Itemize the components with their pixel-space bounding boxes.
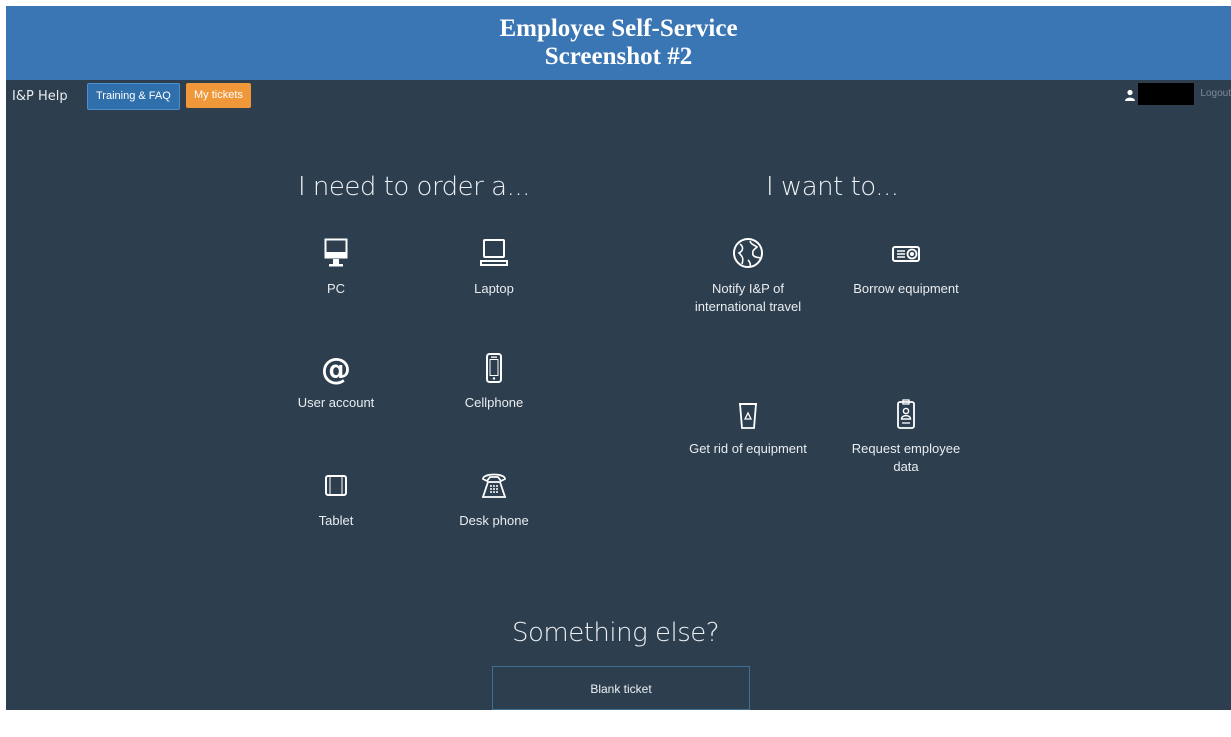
laptop-icon: [480, 239, 508, 266]
something-else-title: Something else?: [512, 618, 720, 648]
order-laptop-tile[interactable]: Laptop: [434, 238, 554, 298]
order-tablet-label: Tablet: [318, 513, 354, 528]
order-laptop-label: Laptop: [474, 281, 514, 296]
self-service-app: I&P Help Training & FAQ My tickets Logou…: [6, 80, 1231, 710]
order-desk-phone-label: Desk phone: [459, 513, 529, 528]
banner-subtitle: Screenshot #2: [544, 43, 693, 70]
blank-ticket-button[interactable]: Blank ticket: [492, 666, 750, 710]
want-section-title: I want to...: [766, 172, 899, 202]
order-cellphone-label: Cellphone: [464, 395, 524, 410]
globe-icon: [733, 238, 763, 268]
svg-text:@: @: [321, 352, 351, 386]
order-section-title: I need to order a...: [298, 172, 530, 202]
projector-icon: [892, 246, 920, 262]
cellphone-icon: [486, 353, 502, 383]
id-badge-icon: [897, 399, 915, 429]
page-banner: Employee Self-Service Screenshot #2: [6, 6, 1231, 80]
banner-title: Employee Self-Service: [499, 15, 738, 42]
order-user-account-tile[interactable]: @ User account: [276, 352, 396, 412]
want-employee-data-tile[interactable]: Request employee data: [846, 398, 966, 476]
order-pc-label: PC: [326, 281, 346, 296]
want-travel-tile[interactable]: Notify I&P of international travel: [688, 236, 808, 316]
tablet-icon: [325, 475, 347, 496]
order-desk-phone-tile[interactable]: Desk phone: [434, 470, 554, 530]
logout-link[interactable]: Logout: [1200, 88, 1231, 99]
order-user-account-label: User account: [297, 395, 375, 410]
at-icon: @: [321, 352, 351, 386]
want-employee-data-label: Request employee data: [851, 441, 961, 474]
want-borrow-label: Borrow equipment: [853, 281, 959, 296]
desktop-icon: [324, 238, 348, 267]
want-travel-label: Notify I&P of international travel: [694, 281, 802, 314]
want-borrow-tile[interactable]: Borrow equipment: [846, 238, 966, 298]
want-dispose-label: Get rid of equipment: [689, 441, 807, 456]
brand-link[interactable]: I&P Help: [12, 89, 68, 104]
training-faq-button[interactable]: Training & FAQ: [87, 83, 180, 110]
username-redacted: [1138, 83, 1194, 105]
recycle-bin-icon: [739, 403, 757, 429]
top-navbar: I&P Help Training & FAQ My tickets Logou…: [6, 80, 1231, 114]
desk-phone-icon: [481, 473, 507, 498]
order-cellphone-tile[interactable]: Cellphone: [434, 352, 554, 412]
want-dispose-tile[interactable]: Get rid of equipment: [688, 398, 808, 458]
order-tablet-tile[interactable]: Tablet: [276, 470, 396, 530]
user-icon: [1125, 89, 1135, 101]
my-tickets-button[interactable]: My tickets: [186, 83, 251, 108]
order-pc-tile[interactable]: PC: [276, 238, 396, 298]
